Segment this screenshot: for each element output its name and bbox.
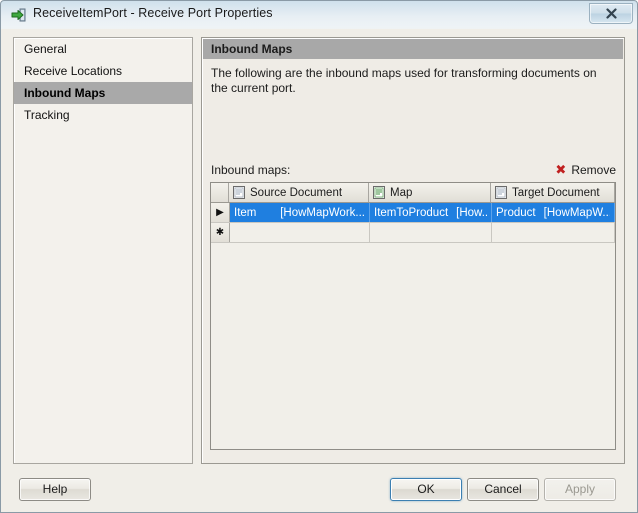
- cell-map[interactable]: [370, 223, 492, 242]
- inbound-maps-grid[interactable]: Source Document Map Target Document ▶ It…: [210, 182, 616, 450]
- cell-source-document[interactable]: Item [HowMapWork...: [230, 203, 370, 222]
- dialog-footer: Help OK Cancel Apply: [1, 472, 637, 512]
- cell-map-name: ItemToProduct: [374, 206, 449, 219]
- xml-document-icon: [495, 186, 507, 199]
- cell-map-qualifier: [How...: [456, 206, 487, 219]
- sidebar-item-inbound-maps[interactable]: Inbound Maps: [14, 82, 192, 104]
- help-button[interactable]: Help: [19, 478, 91, 501]
- column-header-target-document-label: Target Document: [512, 186, 600, 199]
- cancel-button[interactable]: Cancel: [467, 478, 539, 501]
- grid-header-row: Source Document Map Target Document: [211, 183, 615, 203]
- sidebar-nav: General Receive Locations Inbound Maps T…: [13, 37, 193, 464]
- inbound-maps-label: Inbound maps:: [211, 163, 291, 177]
- row-selector-arrow-icon[interactable]: ▶: [211, 203, 230, 222]
- cell-source-document[interactable]: [230, 223, 370, 242]
- column-header-source-document[interactable]: Source Document: [229, 183, 369, 202]
- table-row[interactable]: ▶ Item [HowMapWork... ItemToProduct [How…: [211, 203, 615, 223]
- section-title: Inbound Maps: [203, 39, 623, 59]
- xml-document-icon: [233, 186, 245, 199]
- column-header-target-document[interactable]: Target Document: [491, 183, 615, 202]
- remove-button-label: Remove: [571, 163, 616, 177]
- dialog-window: ReceiveItemPort - Receive Port Propertie…: [0, 0, 638, 513]
- content-panel: Inbound Maps The following are the inbou…: [201, 37, 625, 464]
- table-row[interactable]: ✱: [211, 223, 615, 243]
- grid-empty-area: [211, 243, 615, 449]
- ok-button[interactable]: OK: [390, 478, 462, 501]
- grid-corner-cell: [211, 183, 229, 202]
- close-x-glyph: [605, 8, 617, 19]
- close-icon[interactable]: [589, 3, 633, 24]
- sidebar-item-general[interactable]: General: [14, 38, 192, 60]
- sidebar-item-receive-locations[interactable]: Receive Locations: [14, 60, 192, 82]
- column-header-map-label: Map: [390, 186, 413, 199]
- cell-target-document-name: Product: [496, 206, 536, 219]
- dialog-body: General Receive Locations Inbound Maps T…: [1, 29, 637, 512]
- cell-target-document[interactable]: [492, 223, 615, 242]
- cell-target-document[interactable]: Product [HowMapW...: [492, 203, 615, 222]
- receive-port-icon: [11, 7, 27, 23]
- cell-source-document-name: Item: [234, 206, 257, 219]
- window-title: ReceiveItemPort - Receive Port Propertie…: [33, 6, 273, 20]
- title-bar: ReceiveItemPort - Receive Port Propertie…: [1, 1, 637, 29]
- cell-source-document-qualifier: [HowMapWork...: [280, 206, 365, 219]
- section-description: The following are the inbound maps used …: [211, 66, 597, 95]
- cell-target-document-qualifier: [HowMapW...: [543, 206, 610, 219]
- new-row-asterisk-icon[interactable]: ✱: [211, 223, 230, 242]
- red-x-icon: ✖: [555, 162, 567, 178]
- apply-button[interactable]: Apply: [544, 478, 616, 501]
- sidebar-item-tracking[interactable]: Tracking: [14, 104, 192, 126]
- remove-button[interactable]: ✖ Remove: [555, 162, 616, 178]
- column-header-source-document-label: Source Document: [250, 186, 343, 199]
- map-document-icon: [373, 186, 385, 199]
- column-header-map[interactable]: Map: [369, 183, 491, 202]
- cell-map[interactable]: ItemToProduct [How...: [370, 203, 492, 222]
